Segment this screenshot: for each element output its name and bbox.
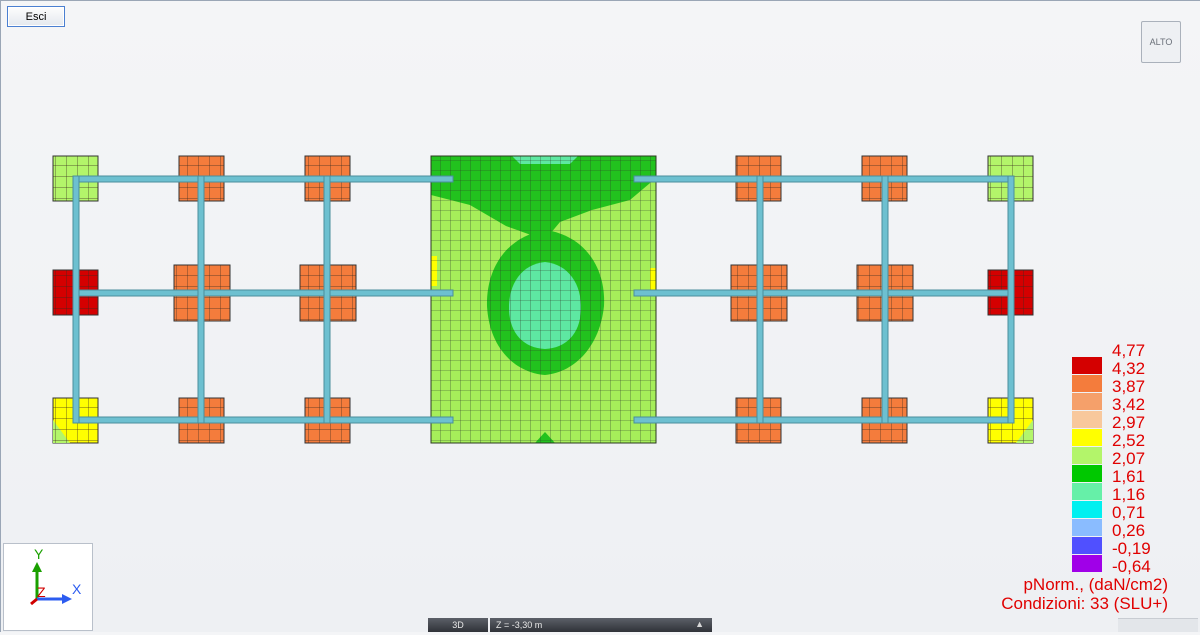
beam xyxy=(633,416,1015,424)
legend-conditions-caption: Condizioni: 33 (SLU+) xyxy=(1001,594,1168,613)
legend-value: 3,87 xyxy=(1112,377,1146,396)
legend-value: 1,16 xyxy=(1112,485,1146,504)
legend-swatch xyxy=(1072,537,1102,554)
view-status-bar: 3D Z = -3,30 m ▲ xyxy=(428,618,712,632)
legend-swatch xyxy=(1072,447,1102,464)
legend-swatch xyxy=(1072,375,1102,392)
axis-x-label: X xyxy=(72,581,82,597)
beam xyxy=(197,175,205,424)
beam xyxy=(881,175,889,424)
beam xyxy=(633,175,1015,183)
status-corner xyxy=(1118,618,1198,632)
legend-swatch xyxy=(1072,357,1102,374)
legend-swatch xyxy=(1072,483,1102,500)
color-scale-legend: 4,77 4,32 3,87 3,42 2,97 2,52 2,07 1,61 … xyxy=(1072,341,1196,576)
legend-value: 2,97 xyxy=(1112,413,1146,432)
beam xyxy=(72,175,80,424)
slab-mesh xyxy=(431,156,656,443)
legend-swatch xyxy=(1072,411,1102,428)
beam xyxy=(72,289,454,297)
legend-value: 0,26 xyxy=(1112,521,1146,540)
beam xyxy=(1007,175,1015,424)
beam xyxy=(756,175,764,424)
legend-value: -0,64 xyxy=(1112,557,1151,576)
view-mode-toggle[interactable]: 3D xyxy=(428,618,488,632)
legend-swatch xyxy=(1072,393,1102,410)
beam xyxy=(323,175,331,424)
axes-orientation-gizmo: Y X Z xyxy=(3,543,93,631)
legend-value: 2,07 xyxy=(1112,449,1146,468)
axis-y-label: Y xyxy=(34,546,44,562)
legend-value: 0,71 xyxy=(1112,503,1146,522)
legend-value: 1,61 xyxy=(1112,467,1146,486)
legend-swatch xyxy=(1072,465,1102,482)
legend-value: 4,77 xyxy=(1112,341,1146,360)
legend-value: 4,32 xyxy=(1112,359,1146,378)
beam xyxy=(633,289,1015,297)
legend-swatch xyxy=(1072,519,1102,536)
legend-swatch xyxy=(1072,555,1102,572)
central-raft-slab xyxy=(430,155,657,444)
beam xyxy=(72,175,454,183)
legend-quantity-caption: pNorm., (daN/cm2) xyxy=(1023,575,1168,594)
legend-value: 2,52 xyxy=(1112,431,1146,450)
beam xyxy=(72,416,454,424)
legend-value: 3,42 xyxy=(1112,395,1146,414)
z-level-value: Z = -3,30 m xyxy=(496,620,543,630)
axis-z-label: Z xyxy=(37,584,46,600)
legend-swatch xyxy=(1072,501,1102,518)
legend-swatch xyxy=(1072,429,1102,446)
legend-value: -0,19 xyxy=(1112,539,1151,558)
axes-icon: Y X Z xyxy=(30,546,82,606)
z-level-selector[interactable]: Z = -3,30 m ▲ xyxy=(490,618,712,632)
chevron-up-icon[interactable]: ▲ xyxy=(695,619,704,629)
foundation-model-view[interactable] xyxy=(0,0,1200,632)
